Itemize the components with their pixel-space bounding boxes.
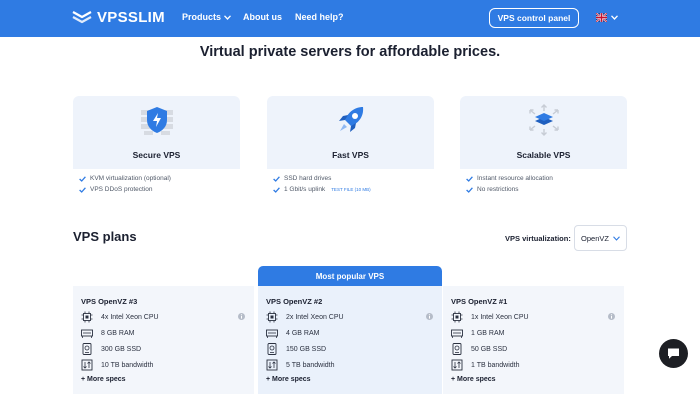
disk-icon [267,343,277,355]
nav-products[interactable]: Products [182,12,231,22]
logo-icon [72,10,92,23]
nav-about[interactable]: About us [243,12,282,22]
uk-flag-icon [596,13,607,22]
feature-item: No restrictions [466,184,621,195]
chat-button[interactable] [659,339,688,368]
virtualization-value: OpenVZ [581,233,609,243]
cpu-icon [266,311,278,323]
chat-bubble-icon [668,348,679,359]
info-icon[interactable] [238,313,245,320]
plan-card[interactable]: VPS OpenVZ #2 2x Intel Xeon CPU 4 GB RAM… [258,286,442,394]
shield-lightning-icon [141,107,173,135]
chevron-down-icon [611,15,618,20]
ram-icon [266,329,278,338]
chevron-down-icon [224,14,231,20]
feature-item: VPS DDoS protection [79,184,234,195]
rocket-icon [339,107,364,132]
spec-cpu: 2x Intel Xeon CPU [266,311,344,323]
stack-arrows-icon [529,104,559,136]
spec-bandwidth: 10 TB bandwidth [81,359,153,371]
plan-name: VPS OpenVZ #2 [266,297,323,306]
check-icon [79,175,86,182]
feature-card-secure: Secure VPS KVM virtualization (optional)… [73,96,240,204]
spec-disk: 300 GB SSD [81,343,141,355]
more-specs-link[interactable]: + More specs [266,376,311,383]
spec-ram: 4 GB RAM [266,327,319,339]
feature-item-text: KVM virtualization (optional) [90,175,171,182]
spec-ram: 1 GB RAM [451,327,504,339]
feature-item: Instant resource allocation [466,173,621,184]
spec-text: 8 GB RAM [101,329,135,337]
chevron-down-icon [613,235,620,241]
spec-text: 50 GB SSD [471,345,508,353]
logo[interactable]: VPSSLIM [72,9,165,26]
spec-text: 1 GB RAM [471,329,505,337]
cpu-icon [451,311,463,323]
feature-title: Fast VPS [332,150,369,160]
plan-name: VPS OpenVZ #1 [451,297,508,306]
vps-control-panel-button[interactable]: VPS control panel [489,8,579,28]
bandwidth-icon [451,359,463,371]
spec-text: 300 GB SSD [101,345,142,353]
spec-text: 1x Intel Xeon CPU [471,313,529,321]
spec-text: 4x Intel Xeon CPU [101,313,159,321]
check-icon [466,175,473,182]
plan-name: VPS OpenVZ #3 [81,297,138,306]
feature-item: KVM virtualization (optional) [79,173,234,184]
more-specs-link[interactable]: + More specs [451,376,496,383]
info-icon[interactable] [608,313,615,320]
nav-products-label: Products [182,12,222,22]
plan-card[interactable]: VPS OpenVZ #1 1x Intel Xeon CPU 1 GB RAM… [443,286,624,394]
top-navbar: VPSSLIM Products About us Need help? VPS… [0,0,700,37]
feature-item-text: Instant resource allocation [477,175,553,182]
feature-item-text: 1 Gbit/s uplink [284,186,326,193]
spec-cpu: 1x Intel Xeon CPU [451,311,529,323]
disk-icon [82,343,92,355]
spec-disk: 50 GB SSD [451,343,507,355]
spec-text: 4 GB RAM [286,329,320,337]
language-selector[interactable] [596,13,618,22]
spec-ram: 8 GB RAM [81,327,134,339]
cpu-icon [81,311,93,323]
feature-item-text: VPS DDoS protection [90,186,153,193]
disk-icon [452,343,462,355]
spec-bandwidth: 5 TB bandwidth [266,359,335,371]
spec-bandwidth: 1 TB bandwidth [451,359,520,371]
spec-text: 2x Intel Xeon CPU [286,313,344,321]
page-title: Virtual private servers for affordable p… [199,44,501,60]
feature-item: 1 Gbit/s uplink TEST FILE (10 MB) [273,184,428,195]
feature-card-scalable: Scalable VPS Instant resource allocation… [460,96,627,204]
feature-title: Scalable VPS [516,150,571,160]
bandwidth-icon [266,359,278,371]
check-icon [79,186,86,193]
info-icon[interactable] [426,313,433,320]
plans-title: VPS plans [73,229,137,244]
spec-cpu: 4x Intel Xeon CPU [81,311,159,323]
nav-help[interactable]: Need help? [295,12,344,22]
feature-item-text: No restrictions [477,186,519,193]
popular-badge: Most popular VPS [258,266,442,286]
spec-text: 10 TB bandwidth [101,361,154,369]
bandwidth-icon [81,359,93,371]
virtualization-label: VPS virtualization: [505,234,571,243]
test-file-link[interactable]: TEST FILE (10 MB) [331,187,370,192]
spec-disk: 150 GB SSD [266,343,326,355]
ram-icon [81,329,93,338]
more-specs-link[interactable]: + More specs [81,376,126,383]
ram-icon [451,329,463,338]
feature-card-fast: Fast VPS SSD hard drives 1 Gbit/s uplink… [267,96,434,204]
spec-text: 150 GB SSD [286,345,327,353]
plan-card[interactable]: VPS OpenVZ #3 4x Intel Xeon CPU 8 GB RAM… [73,286,254,394]
spec-text: 1 TB bandwidth [471,361,520,369]
check-icon [273,186,280,193]
check-icon [273,175,280,182]
feature-title: Secure VPS [132,150,181,160]
check-icon [466,186,473,193]
feature-item-text: SSD hard drives [284,175,332,182]
virtualization-select[interactable]: OpenVZ [574,225,627,251]
feature-item: SSD hard drives [273,173,428,184]
logo-text: VPSSLIM [97,9,165,26]
spec-text: 5 TB bandwidth [286,361,335,369]
